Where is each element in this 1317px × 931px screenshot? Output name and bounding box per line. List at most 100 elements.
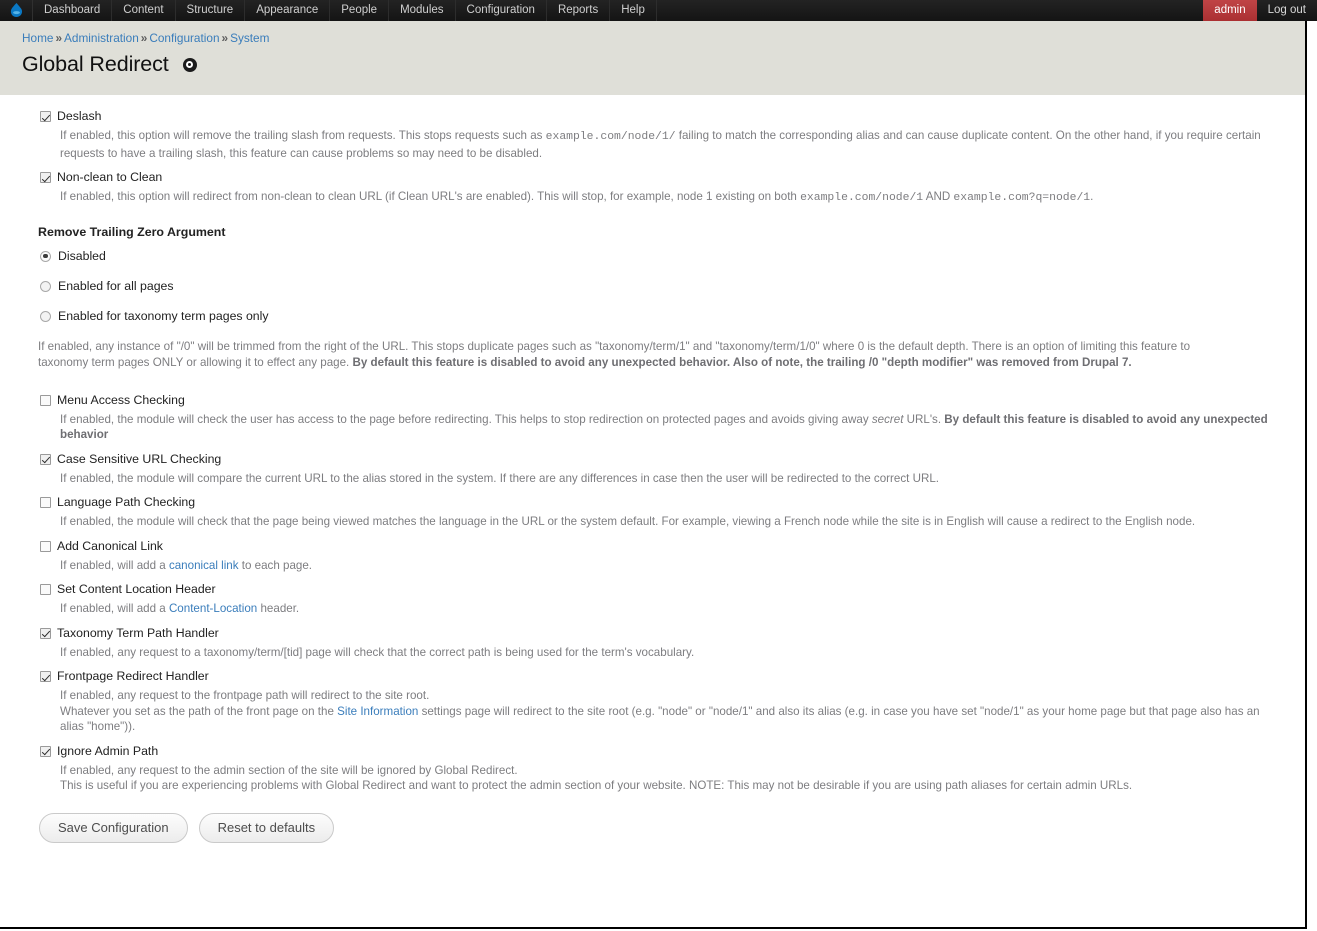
toolbar-item-reports[interactable]: Reports [547,0,611,21]
checkbox-taxonomy-term-path-handler[interactable] [40,627,51,639]
form-item-frontpage-handler: Frontpage Redirect Handler If enabled, a… [0,669,1305,735]
desc-text: If enabled, this option will remove the … [60,129,546,142]
checkbox-label-ignore-admin-path[interactable]: Ignore Admin Path [57,744,158,759]
radio-trailing-zero-all-pages[interactable] [40,280,51,292]
checkbox-label-menu-access-checking[interactable]: Menu Access Checking [57,393,185,408]
drupal-droplet-logo[interactable] [0,0,33,21]
link-site-information[interactable]: Site Information [337,705,418,718]
save-configuration-button[interactable]: Save Configuration [39,812,188,843]
checkbox-row-menu-access[interactable]: Menu Access Checking [40,393,1275,408]
toolbar-item-structure[interactable]: Structure [176,0,246,21]
checkbox-deslash[interactable] [40,111,51,122]
form-item-taxonomy-handler: Taxonomy Term Path Handler If enabled, a… [0,626,1305,661]
checkbox-case-sensitive-url-checking[interactable] [40,453,51,465]
radio-label-taxonomy-only[interactable]: Enabled for taxonomy term pages only [58,309,269,324]
toolbar-item-help[interactable]: Help [610,0,657,21]
desc-italic: secret [871,412,904,426]
desc-text: If enabled, the module will check the us… [60,412,872,426]
checkbox-row-language-path[interactable]: Language Path Checking [40,495,1275,510]
desc-text: URL's. [903,412,945,426]
checkbox-nonclean-to-clean[interactable] [40,172,51,183]
desc-text: If enabled, will add a [60,602,169,615]
description-content-location: If enabled, will add a Content-Location … [60,601,1275,617]
radio-row-all-pages[interactable]: Enabled for all pages [0,279,1305,294]
checkbox-language-path-checking[interactable] [40,497,51,508]
description-nonclean: If enabled, this option will redirect fr… [60,189,1275,207]
checkbox-row-taxonomy-handler[interactable]: Taxonomy Term Path Handler [40,626,1275,641]
code-clean-url: example.com/node/1 [800,192,924,204]
form-item-nonclean: Non-clean to Clean If enabled, this opti… [0,170,1305,207]
checkbox-ignore-admin-path[interactable] [40,745,51,757]
checkbox-row-nonclean[interactable]: Non-clean to Clean [40,170,1275,185]
form-item-case-sensitive: Case Sensitive URL Checking If enabled, … [0,452,1305,487]
toolbar-menu: Dashboard Content Structure Appearance P… [33,0,657,21]
toolbar-item-dashboard[interactable]: Dashboard [33,0,113,21]
breadcrumb-item-home[interactable]: Home [22,31,53,45]
link-content-location[interactable]: Content-Location [169,602,257,615]
page-frame: Home» Administration» Configuration» System… [0,21,1307,929]
desc-line-1: If enabled, any request to the frontpage… [60,689,430,702]
link-canonical[interactable]: canonical link [169,559,239,572]
desc-text: header. [257,602,300,615]
checkbox-frontpage-redirect-handler[interactable] [40,671,51,682]
checkbox-label-set-content-location-header[interactable]: Set Content Location Header [57,582,216,597]
toolbar-item-content[interactable]: Content [112,0,176,21]
help-circle-icon[interactable] [182,57,197,72]
toolbar-user-link[interactable]: admin [1203,0,1257,21]
admin-toolbar: Dashboard Content Structure Appearance P… [0,0,1317,21]
toolbar-user-area: admin Log out [1203,0,1317,21]
drupal-droplet-icon [10,3,22,17]
description-case-sensitive: If enabled, the module will compare the … [60,471,939,485]
form-item-language-path: Language Path Checking If enabled, the m… [0,495,1305,530]
checkbox-row-content-location[interactable]: Set Content Location Header [40,582,1275,597]
toolbar-item-people[interactable]: People [330,0,390,21]
radio-trailing-zero-disabled[interactable] [40,250,51,262]
breadcrumb-item-administration[interactable]: Administration [64,31,139,45]
title-row: Global Redirect [22,52,1305,77]
checkbox-set-content-location-header[interactable] [40,584,51,595]
checkbox-label-language-path-checking[interactable]: Language Path Checking [57,495,195,510]
checkbox-row-ignore-admin-path[interactable]: Ignore Admin Path [40,744,1275,759]
toolbar-item-modules[interactable]: Modules [389,0,456,21]
checkbox-label-add-canonical-link[interactable]: Add Canonical Link [57,539,163,554]
checkbox-row-case-sensitive[interactable]: Case Sensitive URL Checking [40,452,1275,467]
group-title-trailing-zero: Remove Trailing Zero Argument [38,224,226,239]
desc-text: Whatever you set as the path of the fron… [60,704,338,718]
form-actions: Save Configuration Reset to defaults [0,807,1305,843]
toolbar-item-appearance[interactable]: Appearance [245,0,331,21]
description-language-path: If enabled, the module will check that t… [60,515,1196,528]
checkbox-label-case-sensitive-url-checking[interactable]: Case Sensitive URL Checking [57,452,221,467]
form-item-deslash: Deslash If enabled, this option will rem… [0,109,1305,161]
toolbar-logout-link[interactable]: Log out [1257,0,1317,21]
desc-line-1: If enabled, any request to the admin sec… [60,763,518,777]
checkbox-menu-access-checking[interactable] [40,394,51,406]
radio-label-disabled[interactable]: Disabled [58,249,106,264]
radio-trailing-zero-taxonomy-only[interactable] [40,310,51,322]
checkbox-label-deslash[interactable]: Deslash [57,109,101,124]
radio-row-disabled[interactable]: Disabled [0,249,1305,264]
description-frontpage-handler: If enabled, any request to the frontpage… [60,688,1275,735]
checkbox-row-canonical[interactable]: Add Canonical Link [40,539,1275,554]
description-ignore-admin-path: If enabled, any request to the admin sec… [60,763,1275,794]
radio-label-all-pages[interactable]: Enabled for all pages [58,279,174,294]
desc-text: AND [923,190,954,203]
reset-to-defaults-button[interactable]: Reset to defaults [198,812,335,843]
toolbar-item-configuration[interactable]: Configuration [456,0,547,21]
breadcrumb-item-configuration[interactable]: Configuration [149,31,219,45]
checkbox-row-frontpage-handler[interactable]: Frontpage Redirect Handler [40,669,1275,684]
radio-row-taxonomy-only[interactable]: Enabled for taxonomy term pages only [0,309,1305,324]
page-root: Dashboard Content Structure Appearance P… [0,0,1317,931]
description-menu-access: If enabled, the module will check the us… [60,412,1275,443]
form-item-content-location: Set Content Location Header If enabled, … [0,582,1305,617]
page-header-band: Home» Administration» Configuration» System… [0,21,1305,95]
form-item-ignore-admin-path: Ignore Admin Path If enabled, any reques… [0,744,1305,794]
checkbox-label-taxonomy-term-path-handler[interactable]: Taxonomy Term Path Handler [57,626,219,641]
description-deslash: If enabled, this option will remove the … [60,128,1275,161]
desc-bold: By default this feature is disabled to a… [352,355,1132,369]
checkbox-label-frontpage-redirect-handler[interactable]: Frontpage Redirect Handler [57,669,209,684]
checkbox-add-canonical-link[interactable] [40,540,51,552]
form-item-canonical: Add Canonical Link If enabled, will add … [0,539,1305,574]
checkbox-row-deslash[interactable]: Deslash [40,109,1275,124]
breadcrumb-item-system[interactable]: System [230,31,269,45]
checkbox-label-nonclean-to-clean[interactable]: Non-clean to Clean [57,170,162,185]
